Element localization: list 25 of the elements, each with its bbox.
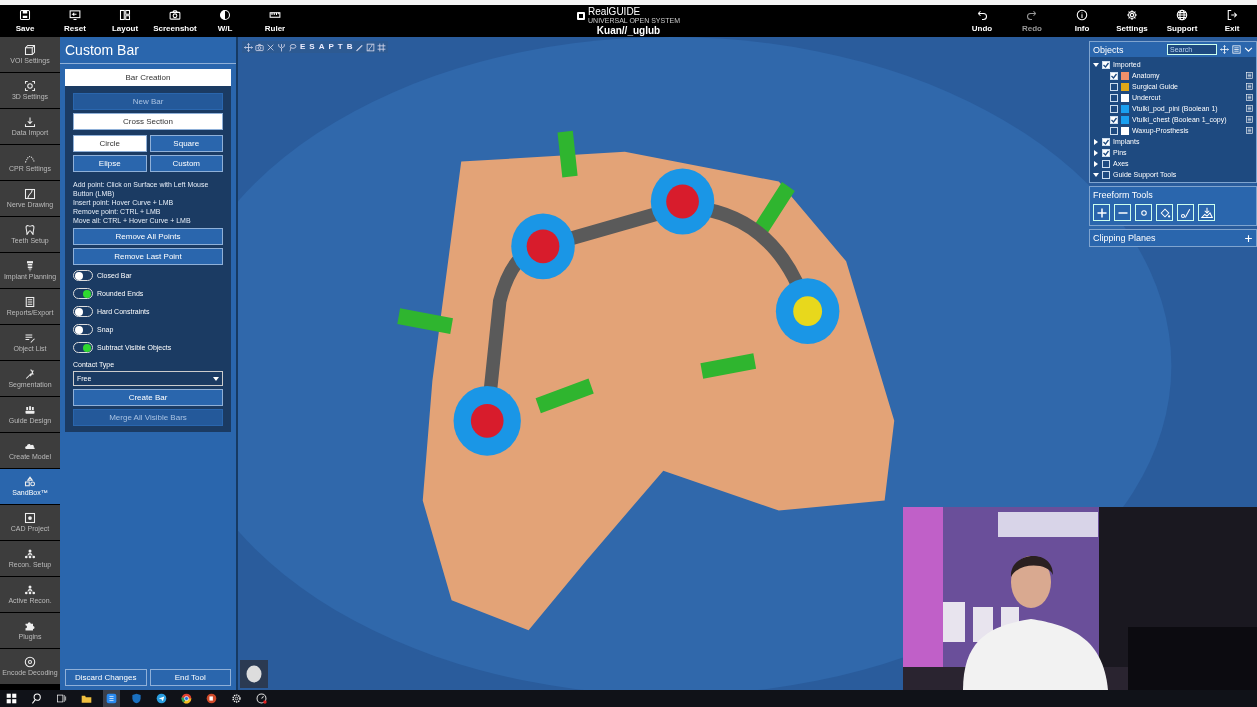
toolbar-button[interactable]: Ruler [250, 5, 300, 37]
shape-option-button[interactable]: Square [149, 135, 223, 152]
toolbar-button[interactable]: Support [1157, 5, 1207, 37]
project-name: Kuan//_uglub [596, 24, 661, 36]
toolbar-button[interactable]: Info [1057, 5, 1107, 37]
action-button[interactable]: Remove All Points [73, 228, 223, 245]
shape-option-button[interactable]: Elipse [73, 155, 147, 172]
action-button[interactable]: Remove Last Point [73, 248, 223, 265]
shape-option-button[interactable]: Circle [73, 135, 147, 152]
footer-button[interactable]: Discard Changes [65, 669, 147, 686]
toolbar-button[interactable]: Undo [957, 5, 1007, 37]
toolbar-button[interactable]: W/L [200, 5, 250, 37]
footer-button[interactable]: End Tool [149, 669, 231, 686]
shape-option-button[interactable]: Custom [149, 155, 223, 172]
toolbar-button[interactable]: Reset [50, 5, 100, 37]
brand-name: RealGUIDE [588, 6, 642, 17]
section-header: Bar Creation [65, 69, 231, 86]
toolbar-button[interactable]: Settings [1107, 5, 1157, 37]
toolbar-button[interactable]: Save [0, 5, 50, 37]
toolbar-button[interactable]: Screenshot [150, 5, 200, 37]
panel-title: Custom Bar [60, 37, 236, 64]
toolbar-button[interactable]: Exit [1207, 5, 1257, 37]
cross-section-button[interactable]: Cross Section [73, 113, 223, 130]
create-bar-button[interactable]: Create Bar [73, 389, 223, 406]
toolbar-button[interactable]: Layout [100, 5, 150, 37]
